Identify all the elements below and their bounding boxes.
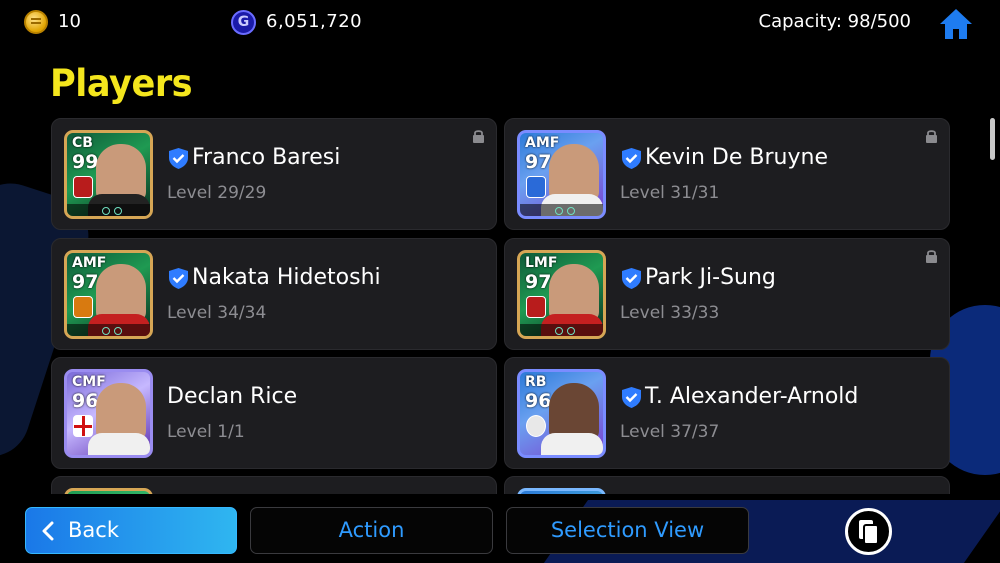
skill-indicator [67,324,150,336]
player-card[interactable]: AMF 97 Nakata Hidetoshi Level 34/34 [51,238,497,350]
page-title: Players [50,62,193,105]
verified-shield-icon [622,148,641,169]
player-rating: 97 [525,151,552,173]
player-name: Declan Rice [167,384,298,409]
player-thumbnail: CB 99 [64,130,153,219]
player-level: Level 31/31 [620,183,720,203]
player-level: Level 37/37 [620,422,720,442]
player-rating: 99 [72,151,99,173]
skill-indicator [520,204,603,216]
player-thumbnail [64,488,153,494]
club-badge-icon [526,415,546,437]
club-badge-icon [526,176,546,198]
player-name: T. Alexander-Arnold [645,384,859,409]
player-name: Franco Baresi [192,145,341,170]
england-flag-icon [73,415,93,437]
capacity-label: Capacity: 98/500 [758,11,911,32]
player-rating: 96 [525,390,552,412]
club-badge-icon [526,296,546,318]
club-badge-icon [73,296,93,318]
player-level: Level 33/33 [620,303,720,323]
player-thumbnail: LMF 97 [517,250,606,339]
player-thumbnail: AMF 97 [64,250,153,339]
card-view-toggle-button[interactable] [845,508,892,555]
player-name: Park Ji-Sung [645,265,776,290]
coin-icon [24,10,48,34]
player-card[interactable]: AMF 97 Kevin De Bruyne Level 31/31 [504,118,950,230]
skill-indicator [67,204,150,216]
verified-shield-icon [622,268,641,289]
player-rating: 97 [525,271,552,293]
player-card[interactable]: CMF 96 Declan Rice Level 1/1 [51,357,497,469]
verified-shield-icon [622,387,641,408]
player-shirt [88,433,150,455]
back-button[interactable]: Back [25,507,237,554]
player-rating: 97 [72,271,99,293]
coin-balance: 10 [58,11,81,32]
gp-icon: G [231,10,256,35]
player-card[interactable]: RB 96 T. Alexander-Arnold Level 37/37 [504,357,950,469]
player-name: Kevin De Bruyne [645,145,828,170]
selection-view-button[interactable]: Selection View [506,507,749,554]
player-card[interactable] [51,476,497,494]
player-level: Level 34/34 [167,303,267,323]
list-scrollbar[interactable] [990,118,995,160]
player-card[interactable]: CB 99 Franco Baresi Level 29/29 [51,118,497,230]
back-label: Back [68,518,119,542]
action-button[interactable]: Action [250,507,493,554]
lock-icon [473,130,484,143]
player-level: Level 1/1 [167,422,245,442]
player-thumbnail: CMF 96 [64,369,153,458]
skill-indicator [520,324,603,336]
top-bar: 10 G 6,051,720 Capacity: 98/500 [0,0,1000,46]
player-card[interactable]: LMF 97 Park Ji-Sung Level 33/33 [504,238,950,350]
player-thumbnail: AMF 97 [517,130,606,219]
home-icon [940,9,972,39]
player-position: CB [72,135,93,151]
verified-shield-icon [169,268,188,289]
player-card[interactable] [504,476,950,494]
home-button[interactable] [938,7,974,41]
player-thumbnail: RB 96 [517,369,606,458]
player-position: CMF [72,374,106,390]
club-badge-icon [73,176,93,198]
lock-icon [926,130,937,143]
lock-icon [926,250,937,263]
verified-shield-icon [169,148,188,169]
player-rating: 96 [72,390,99,412]
cards-icon [859,520,879,545]
player-position: AMF [72,255,107,271]
player-shirt [541,433,603,455]
player-position: LMF [525,255,558,271]
gp-balance: 6,051,720 [266,11,363,32]
chevron-left-icon [42,521,54,541]
player-thumbnail [517,488,606,494]
player-list[interactable]: CB 99 Franco Baresi Level 29/29 AMF 97 K… [0,118,1000,494]
player-name: Nakata Hidetoshi [192,265,381,290]
player-position: AMF [525,135,560,151]
player-level: Level 29/29 [167,183,267,203]
player-position: RB [525,374,547,390]
